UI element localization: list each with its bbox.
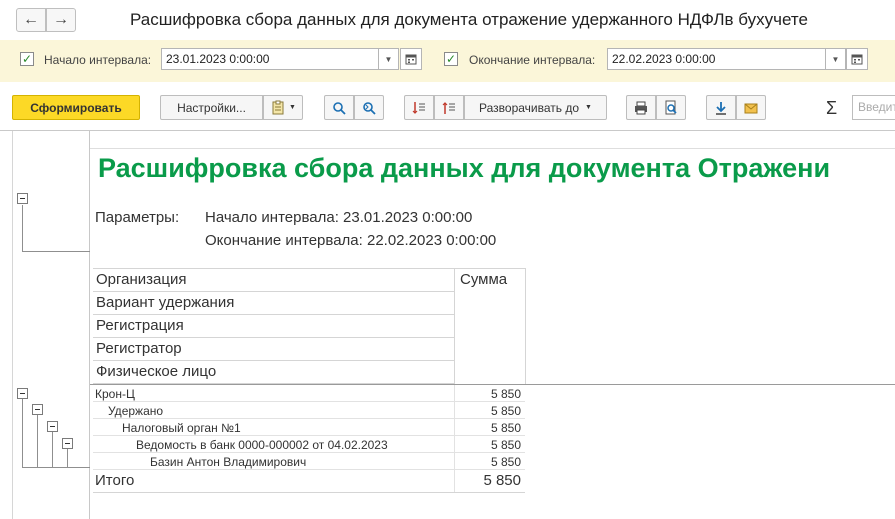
start-interval-input[interactable]: 23.01.2023 0:00:00	[161, 48, 379, 70]
end-interval-label: Окончание интервала:	[469, 53, 596, 67]
start-interval-dropdown[interactable]: ▼	[379, 48, 399, 70]
envelope-icon	[744, 103, 758, 113]
row-name: Базин Антон Владимирович	[150, 455, 307, 469]
find-next-button[interactable]	[354, 95, 384, 120]
row-value: 5 850	[490, 438, 521, 452]
forward-button[interactable]: →	[46, 8, 76, 32]
group-toggle-level4[interactable]	[62, 438, 73, 449]
end-interval-calendar-button[interactable]	[846, 48, 868, 70]
row-name: Ведомость в банк 0000-000002 от 04.02.20…	[136, 438, 388, 452]
header-registrar: Регистратор	[93, 338, 454, 361]
row-name: Налоговый орган №1	[122, 421, 241, 435]
end-interval-input[interactable]: 22.02.2023 0:00:00	[607, 48, 826, 70]
expand-all-button[interactable]	[404, 95, 434, 120]
expand-levels-icon	[412, 101, 425, 114]
group-toggle-level3[interactable]	[47, 421, 58, 432]
header-sum: Сумма	[454, 268, 526, 384]
search-next-icon	[363, 101, 376, 115]
row-value: 5 850	[490, 421, 521, 435]
sum-icon[interactable]: Σ	[826, 98, 837, 119]
printer-icon	[635, 101, 647, 114]
search-input[interactable]: Введит	[852, 95, 895, 120]
table-row[interactable]: Ведомость в банк 0000-000002 от 04.02.20…	[93, 436, 525, 453]
row-name: Крон-Ц	[95, 387, 135, 401]
collapse-header-toggle[interactable]	[17, 193, 28, 204]
group-toggle-level1[interactable]	[17, 388, 28, 399]
end-interval-dropdown[interactable]: ▼	[826, 48, 846, 70]
checkmark-icon: ✓	[21, 52, 33, 66]
download-icon	[716, 101, 726, 115]
header-registration: Регистрация	[93, 315, 454, 338]
table-row[interactable]: Налоговый орган №1 5 850	[93, 419, 525, 436]
expand-to-label: Разворачивать до	[479, 100, 580, 115]
report-title: Расшифровка сбора данных для документа О…	[98, 153, 831, 183]
expand-to-dropdown[interactable]: Разворачивать до ▼	[464, 95, 607, 120]
save-button[interactable]	[706, 95, 736, 120]
start-interval-label: Начало интервала:	[44, 53, 152, 67]
total-label: Итого	[95, 472, 135, 489]
total-value: 5 850	[483, 472, 521, 489]
calendar-icon	[405, 54, 417, 65]
chevron-down-icon: ▼	[831, 54, 840, 64]
params-bar: ✓ Начало интервала: 23.01.2023 0:00:00 ▼…	[0, 40, 895, 82]
window-title: Расшифровка сбора данных для документа о…	[130, 10, 808, 29]
gutter-border	[89, 131, 90, 519]
gutter-top	[90, 131, 895, 149]
header-variant: Вариант удержания	[93, 292, 454, 315]
chevron-down-icon: ▼	[384, 54, 393, 64]
table-row[interactable]: Базин Антон Владимирович 5 850	[93, 453, 525, 470]
report-area: Расшифровка сбора данных для документа О…	[0, 130, 895, 519]
collapse-all-button[interactable]	[434, 95, 464, 120]
form-report-button[interactable]: Сформировать	[12, 95, 140, 120]
chevron-down-icon: ▼	[585, 104, 592, 111]
row-value: 5 850	[490, 455, 521, 469]
table-row[interactable]: Удержано 5 850	[93, 402, 525, 419]
params-label: Параметры:	[95, 209, 180, 226]
total-row[interactable]: Итого 5 850	[93, 469, 525, 493]
print-preview-icon	[665, 100, 677, 114]
chevron-down-icon: ▼	[289, 104, 296, 111]
arrow-left-icon: ←	[23, 11, 39, 28]
title-bar: ← → Расшифровка сбора данных для докумен…	[0, 0, 895, 40]
table-row[interactable]: Крон-Ц 5 850	[93, 385, 525, 402]
collapse-levels-icon	[442, 101, 455, 114]
send-email-button[interactable]	[736, 95, 766, 120]
group-toggle-level2[interactable]	[32, 404, 43, 415]
gutter-edge	[12, 131, 13, 519]
start-interval-calendar-button[interactable]	[400, 48, 422, 70]
param-line-end: Окончание интервала: 22.02.2023 0:00:00	[205, 232, 497, 249]
header-person: Физическое лицо	[93, 361, 454, 384]
arrow-right-icon: →	[53, 11, 69, 28]
row-value: 5 850	[490, 404, 521, 418]
calendar-icon	[851, 54, 863, 65]
settings-button[interactable]: Настройки...	[160, 95, 263, 120]
print-button[interactable]	[626, 95, 656, 120]
variants-button[interactable]: ▼	[263, 95, 303, 120]
start-interval-checkbox[interactable]: ✓	[20, 52, 34, 66]
clipboard-icon	[272, 100, 284, 114]
param-line-start: Начало интервала: 23.01.2023 0:00:00	[205, 209, 473, 226]
row-value: 5 850	[490, 387, 521, 401]
checkmark-icon: ✓	[445, 52, 457, 66]
end-interval-checkbox[interactable]: ✓	[444, 52, 458, 66]
find-button[interactable]	[324, 95, 354, 120]
row-name: Удержано	[108, 404, 164, 418]
back-button[interactable]: ←	[16, 8, 46, 32]
header-organization: Организация	[93, 269, 454, 292]
print-preview-button[interactable]	[656, 95, 686, 120]
toolbar: Сформировать Настройки... ▼ Разворачиват…	[0, 82, 895, 130]
search-icon	[333, 101, 346, 115]
